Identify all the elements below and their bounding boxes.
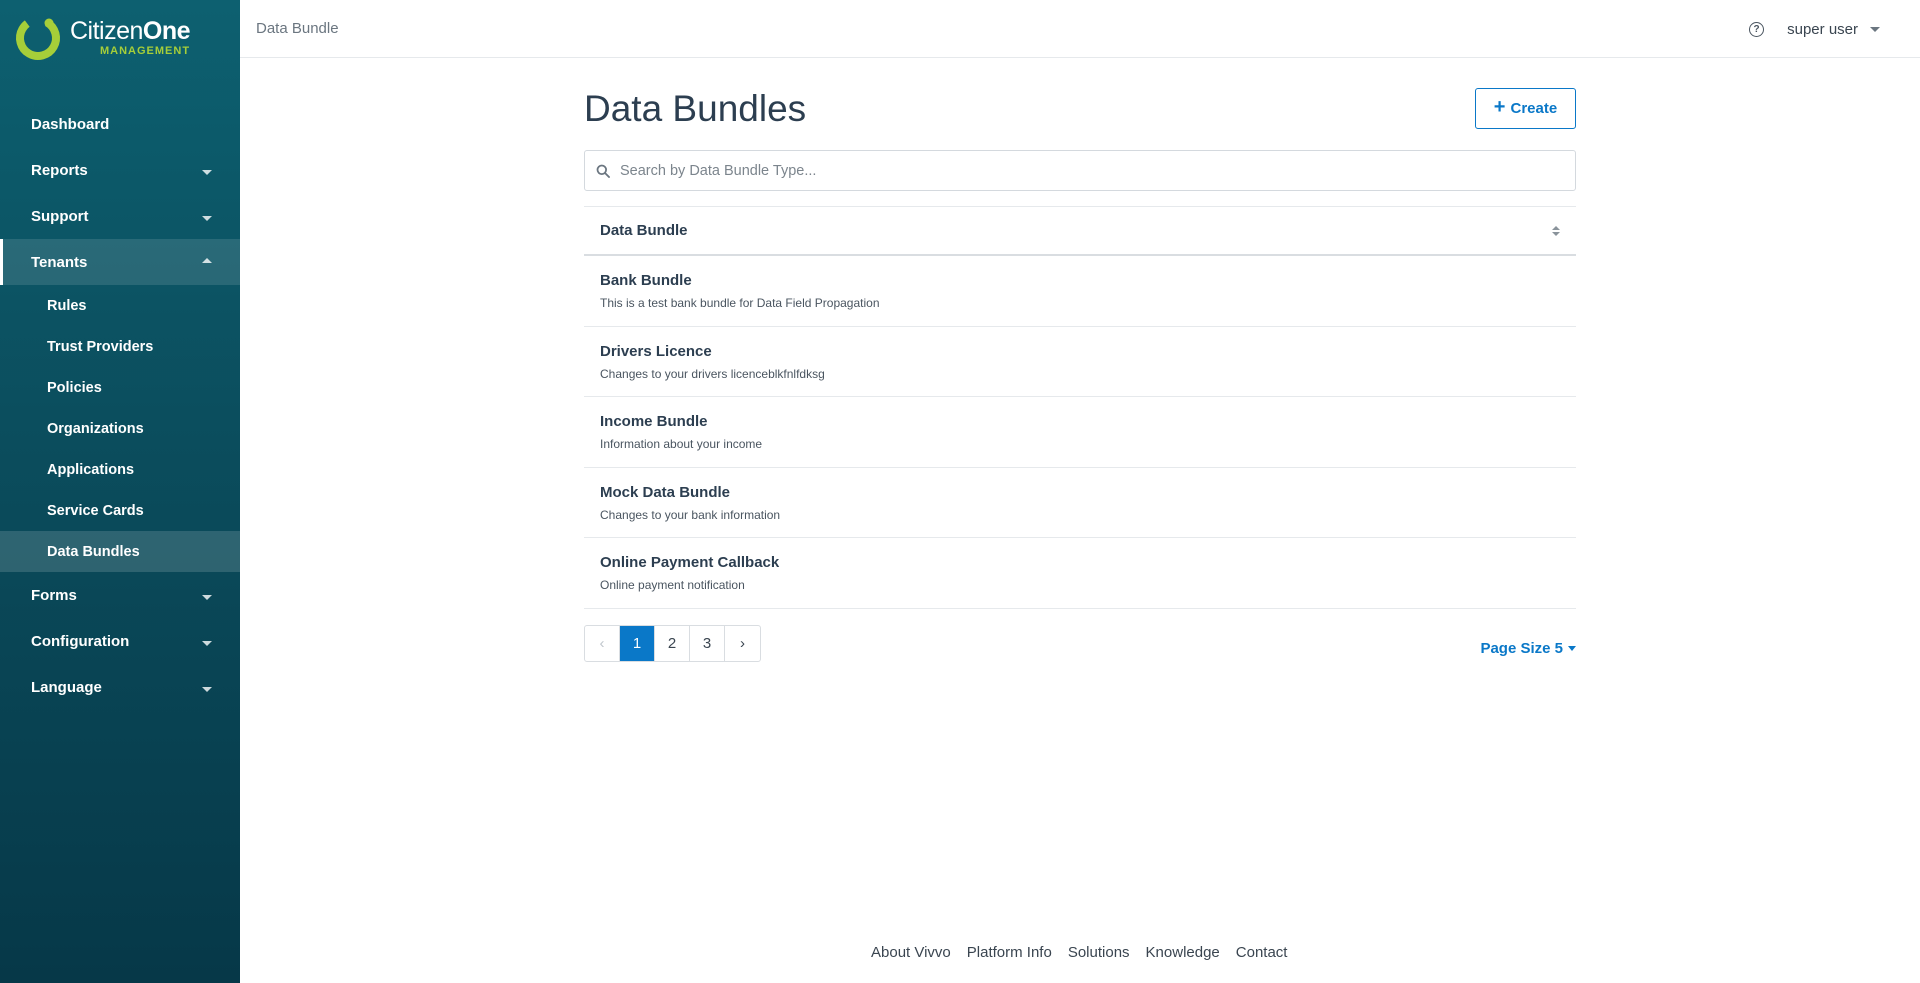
- chevron-up-icon: [202, 257, 212, 263]
- brand-subtitle: MANAGEMENT: [99, 45, 191, 57]
- nav-label: Configuration: [31, 632, 130, 650]
- nav-item-language[interactable]: Language: [0, 664, 240, 710]
- brand-name-bold: One: [142, 17, 191, 45]
- search-icon: [596, 164, 610, 178]
- nav-item-reports[interactable]: Reports: [0, 147, 240, 193]
- nav-label: Tenants: [31, 253, 88, 271]
- footer-link-knowledge[interactable]: Knowledge: [1146, 944, 1220, 961]
- footer-link-about[interactable]: About Vivvo: [871, 944, 951, 961]
- sub-item-trust-providers[interactable]: Trust Providers: [0, 326, 240, 367]
- nav-item-tenants[interactable]: Tenants: [0, 239, 240, 285]
- sidebar: CitizenOne MANAGEMENT Dashboard Reports …: [0, 0, 240, 983]
- nav-label: Language: [31, 678, 102, 696]
- top-bar: Data Bundle ? super user: [240, 0, 1920, 58]
- chevron-down-icon: [202, 640, 212, 646]
- column-header-label: Data Bundle: [600, 222, 688, 239]
- sub-item-data-bundles[interactable]: Data Bundles: [0, 531, 240, 572]
- logo-ring-icon: [14, 14, 62, 62]
- footer-link-contact[interactable]: Contact: [1236, 944, 1288, 961]
- row-description: Online payment notification: [600, 578, 745, 592]
- nav-label: Forms: [31, 586, 77, 604]
- footer-link-solutions[interactable]: Solutions: [1068, 944, 1130, 961]
- breadcrumb[interactable]: Data Bundle: [256, 20, 339, 37]
- pagination-page-1[interactable]: 1: [620, 626, 655, 661]
- brand-name: CitizenOne: [70, 17, 191, 45]
- nav-label: Dashboard: [31, 115, 110, 133]
- footer-link-platform-info[interactable]: Platform Info: [967, 944, 1052, 961]
- search-input[interactable]: [620, 162, 1560, 179]
- plus-icon: +: [1493, 96, 1506, 118]
- page-title: Data Bundles: [584, 88, 807, 129]
- row-title: Income Bundle: [600, 413, 708, 430]
- pagination: ‹ 1 2 3 ›: [584, 625, 761, 662]
- nav-label: Reports: [31, 161, 88, 179]
- pagination-next-button[interactable]: ›: [725, 626, 760, 661]
- sub-item-applications[interactable]: Applications: [0, 449, 240, 490]
- nav-item-configuration[interactable]: Configuration: [0, 618, 240, 664]
- pagination-prev-button[interactable]: ‹: [585, 626, 620, 661]
- sub-item-service-cards[interactable]: Service Cards: [0, 490, 240, 531]
- brand-name-light: Citizen: [70, 17, 143, 45]
- row-description: Information about your income: [600, 437, 763, 451]
- sub-item-policies[interactable]: Policies: [0, 367, 240, 408]
- data-bundle-table: Data Bundle Bank Bundle This is a test b…: [584, 206, 1576, 609]
- chevron-down-icon: [1870, 27, 1880, 32]
- nav-item-forms[interactable]: Forms: [0, 572, 240, 618]
- table-row[interactable]: Income Bundle Information about your inc…: [584, 397, 1576, 468]
- tenants-submenu: Rules Trust Providers Policies Organizat…: [0, 285, 240, 572]
- chevron-down-icon: [202, 594, 212, 600]
- row-title: Online Payment Callback: [600, 554, 780, 571]
- chevron-down-icon: [202, 169, 212, 175]
- page-size-dropdown[interactable]: Page Size 5: [1480, 640, 1576, 657]
- chevron-down-icon: [202, 215, 212, 221]
- sub-item-rules[interactable]: Rules: [0, 285, 240, 326]
- question-circle-icon[interactable]: ?: [1749, 22, 1764, 37]
- nav-label: Support: [31, 207, 89, 225]
- row-description: Changes to your bank information: [600, 507, 781, 522]
- brand-text: CitizenOne MANAGEMENT: [70, 17, 191, 57]
- search-box: [584, 150, 1576, 191]
- page-size-label: Page Size 5: [1480, 640, 1563, 657]
- table-row[interactable]: Online Payment Callback Online payment n…: [584, 538, 1576, 609]
- table-row[interactable]: Mock Data Bundle Changes to your bank in…: [584, 468, 1576, 538]
- brand-logo[interactable]: CitizenOne MANAGEMENT: [14, 14, 191, 62]
- row-title: Bank Bundle: [600, 272, 692, 289]
- table-row[interactable]: Drivers Licence Changes to your drivers …: [584, 327, 1576, 397]
- user-name: super user: [1787, 21, 1858, 38]
- create-button[interactable]: + Create: [1475, 88, 1576, 129]
- pagination-page-2[interactable]: 2: [655, 626, 690, 661]
- row-title: Mock Data Bundle: [600, 483, 731, 501]
- pagination-page-3[interactable]: 3: [690, 626, 725, 661]
- sub-item-organizations[interactable]: Organizations: [0, 408, 240, 449]
- column-header-data-bundle[interactable]: Data Bundle: [584, 206, 1576, 256]
- nav-item-support[interactable]: Support: [0, 193, 240, 239]
- row-description: This is a test bank bundle for Data Fiel…: [600, 296, 880, 310]
- table-row[interactable]: Bank Bundle This is a test bank bundle f…: [584, 256, 1576, 327]
- row-description: Changes to your drivers licenceblkfnlfdk…: [600, 366, 825, 381]
- chevron-down-icon: [202, 686, 212, 692]
- user-menu[interactable]: super user: [1787, 21, 1880, 38]
- chevron-down-icon: [1568, 646, 1576, 651]
- sort-icon[interactable]: [1552, 225, 1560, 236]
- row-title: Drivers Licence: [600, 342, 712, 360]
- main-nav: Dashboard Reports Support Tenants Rules …: [0, 101, 240, 710]
- footer: About Vivvo Platform Info Solutions Know…: [871, 944, 1287, 961]
- nav-item-dashboard[interactable]: Dashboard: [0, 101, 240, 147]
- create-label: Create: [1510, 100, 1558, 117]
